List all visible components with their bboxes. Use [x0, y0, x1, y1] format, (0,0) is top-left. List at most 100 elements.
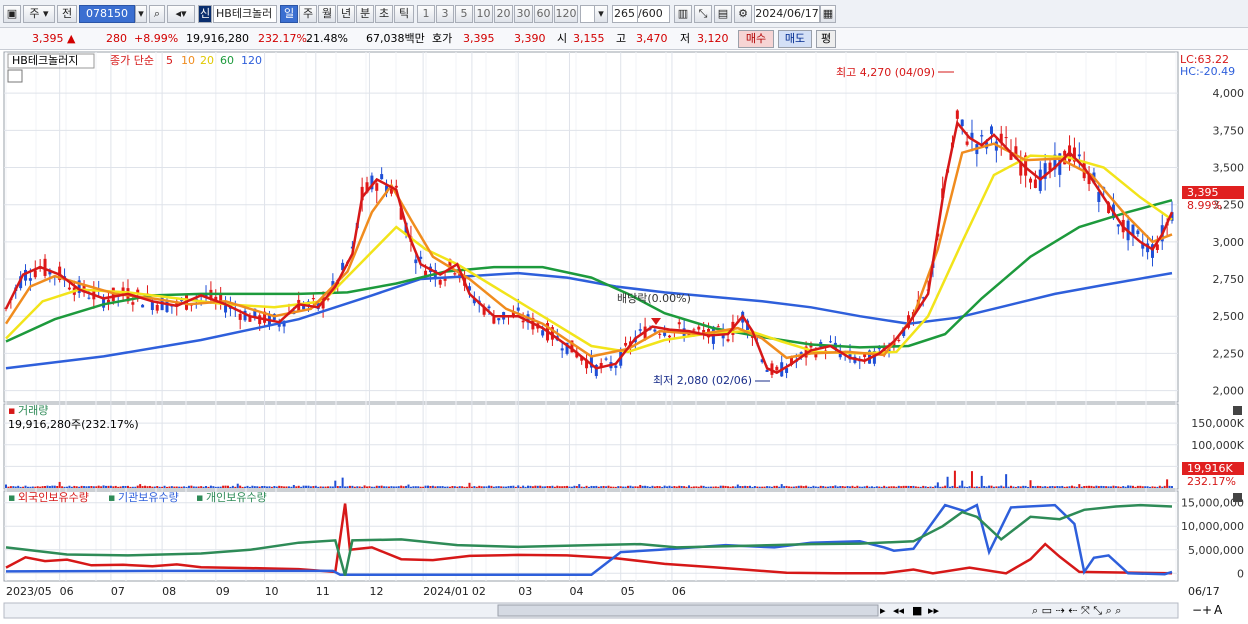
tab-daily[interactable]: 일 — [280, 5, 298, 23]
stock-chart-svg[interactable]: 2,0002,2502,5002,7503,0003,2503,5003,750… — [0, 50, 1248, 621]
candle-body — [394, 185, 398, 188]
volume-bar — [929, 486, 932, 488]
tab-minute[interactable]: 분 — [356, 5, 374, 23]
volume-bar — [26, 486, 29, 488]
y-axis-labels: 2,0002,2502,5002,7503,0003,2503,5003,750… — [1181, 87, 1245, 580]
min-annotation: 최저 2,080 (02/06) — [653, 374, 752, 387]
volume-bar — [258, 486, 261, 488]
scrollbar-thumb[interactable] — [497, 604, 879, 617]
scroll-last-icon[interactable]: ▸▸ — [928, 604, 940, 617]
min-20[interactable]: 20 — [494, 5, 513, 23]
save-icon[interactable]: ▤ — [714, 5, 732, 23]
volume-bar — [85, 486, 88, 488]
volume-bar — [1166, 479, 1169, 488]
volume-bar — [885, 486, 888, 488]
candle-body — [67, 287, 71, 290]
volume-bar — [483, 486, 486, 488]
font-size-icon[interactable]: A — [1214, 603, 1223, 617]
volume-bar — [109, 485, 112, 488]
low-label: 저 — [680, 32, 691, 45]
date-picker-icon[interactable]: ▦ — [820, 5, 836, 23]
zoom-in-icon[interactable]: + — [1202, 603, 1212, 617]
x-tick-label-5: 10 — [265, 585, 279, 598]
candle-body — [453, 273, 457, 275]
volume-bar — [287, 486, 290, 488]
candle-body — [716, 326, 720, 328]
volume-bar — [902, 485, 905, 488]
volume-bar — [46, 485, 49, 488]
candle-body — [87, 297, 91, 299]
volume-bar — [731, 486, 734, 488]
code-dropdown-icon[interactable]: ▾ — [135, 5, 147, 23]
volume-bar — [678, 485, 681, 488]
volume-bar — [727, 486, 730, 488]
ma-5-label: 5 — [166, 54, 173, 67]
volume-bar — [424, 485, 427, 488]
tab-tick[interactable]: 틱 — [394, 5, 414, 23]
candle-body — [828, 341, 832, 343]
tab-second[interactable]: 초 — [375, 5, 393, 23]
gear-icon[interactable]: ⚙ — [734, 5, 752, 23]
volume-bar — [202, 486, 205, 488]
scroll-first-icon[interactable]: ◂◂ — [893, 604, 905, 617]
min-10[interactable]: 10 — [474, 5, 493, 23]
volume-bar — [497, 486, 500, 488]
buy-button[interactable]: 매수 — [738, 30, 774, 48]
volume-bar — [1168, 485, 1171, 488]
scroll-right-icon[interactable]: ▸ — [880, 604, 886, 617]
volume-bar — [453, 486, 456, 488]
volume-bar — [1019, 486, 1022, 488]
chart-area[interactable]: 2,000 2,250 2,500 2,750 3,000 3,250 3,500 3,750… — [0, 50, 1248, 621]
draw-line-icon[interactable]: ⤡ — [694, 5, 712, 23]
min-120[interactable]: 120 — [554, 5, 578, 23]
volume-bar — [617, 486, 620, 488]
prev-button[interactable]: 전 — [57, 5, 77, 23]
code-input[interactable]: 078150 — [79, 5, 135, 23]
volume-bar — [341, 477, 344, 488]
min-1[interactable]: 1 — [417, 5, 435, 23]
tab-monthly[interactable]: 월 — [318, 5, 336, 23]
volume-bar — [541, 486, 544, 488]
volume-bar — [866, 485, 869, 488]
search-icon[interactable]: ⌕ — [149, 5, 165, 23]
min-3[interactable]: 3 — [436, 5, 454, 23]
price-tick-3: 2,750 — [1213, 273, 1245, 286]
volume-bar — [1075, 486, 1078, 488]
stop-icon[interactable]: ■ — [912, 604, 922, 617]
candle-body — [516, 307, 520, 311]
sound-icon[interactable]: ◂▾ — [167, 5, 195, 23]
volume-bar — [331, 486, 334, 488]
zoom-out-icon[interactable]: − — [1192, 603, 1202, 617]
custom-period-dropdown-icon[interactable]: ▾ — [594, 5, 608, 23]
volume-bar — [1017, 486, 1020, 488]
volume-bar — [197, 486, 200, 488]
holding-panel-close-icon[interactable] — [1233, 493, 1242, 502]
candle-icon[interactable]: ▥ — [674, 5, 692, 23]
min-30[interactable]: 30 — [514, 5, 533, 23]
sell-button[interactable]: 매도 — [778, 30, 812, 48]
date-input[interactable]: 2024/06/17 — [754, 5, 820, 23]
volume-panel-close-icon[interactable] — [1233, 406, 1242, 415]
type-select[interactable]: 주 ▾ — [23, 5, 55, 23]
volume-bar — [653, 486, 656, 488]
min-5[interactable]: 5 — [455, 5, 473, 23]
volume-bar — [309, 486, 312, 488]
volume-bar — [144, 485, 147, 488]
volume-bar — [734, 486, 737, 488]
volume-bar — [1151, 486, 1154, 488]
zoom-icons[interactable]: ⌕ ▭ ⇢ ⇠ ⤧ ⤡ ⌕ ⌕ — [1032, 604, 1121, 617]
tab-weekly[interactable]: 주 — [299, 5, 317, 23]
tab-yearly[interactable]: 년 — [337, 5, 355, 23]
candle-body — [238, 313, 242, 320]
eval-button[interactable]: 평 — [816, 30, 836, 48]
volume-bar — [856, 485, 859, 488]
volume-bar — [697, 486, 700, 488]
candle-body — [33, 270, 37, 278]
count-input[interactable]: 265 — [612, 5, 638, 23]
volume-bar — [214, 486, 217, 488]
volume-bar — [1051, 485, 1054, 488]
layout-icon[interactable]: ▣ — [3, 5, 21, 23]
min-60[interactable]: 60 — [534, 5, 553, 23]
panel-menu-icon[interactable] — [7, 69, 23, 83]
volume-bar — [87, 486, 90, 488]
